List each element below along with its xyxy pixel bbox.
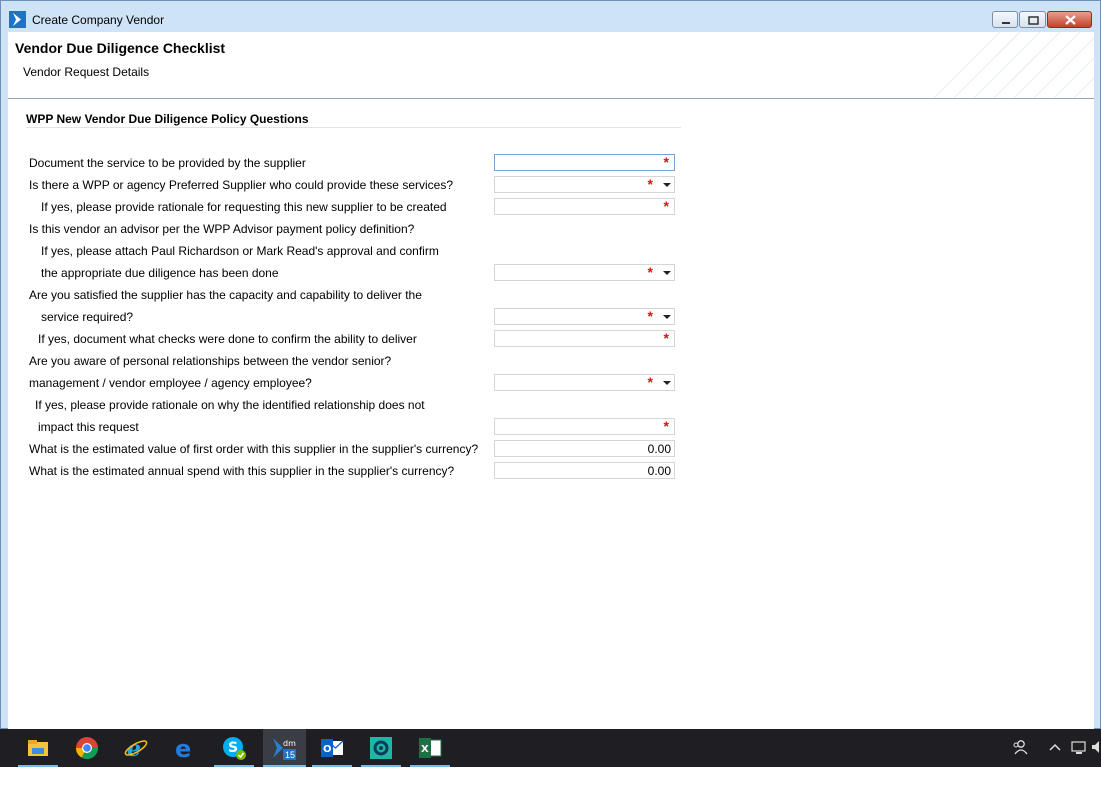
capacity-dropdown[interactable]: *	[494, 308, 675, 325]
close-button[interactable]	[1047, 11, 1092, 28]
folder-icon	[28, 740, 48, 756]
minimize-button[interactable]	[992, 11, 1018, 28]
relationships-label-line2: management / vendor employee / agency em…	[29, 376, 312, 390]
first-order-value: 0.00	[647, 442, 671, 456]
taskbar-dm[interactable]: dm 15	[263, 729, 306, 767]
taskbar-skype[interactable]: S	[214, 729, 254, 767]
taskbar-excel[interactable]: X	[410, 729, 450, 767]
advisor-approval-label-line2: the appropriate due diligence has been d…	[41, 266, 279, 280]
taskbar-internet-explorer[interactable]: e	[116, 729, 156, 767]
required-marker: *	[663, 330, 669, 346]
page-subtitle: Vendor Request Details	[23, 65, 150, 79]
taskbar-file-explorer[interactable]	[18, 729, 58, 767]
advisor-approval-label-line1: If yes, please attach Paul Richardson or…	[41, 244, 439, 258]
svg-text:dm: dm	[283, 739, 296, 748]
running-indicator	[214, 765, 254, 767]
capacity-checks-input[interactable]: *	[494, 330, 675, 347]
annual-spend-value: 0.00	[647, 464, 671, 478]
header-decoration	[933, 32, 1094, 98]
window-title: Create Company Vendor	[32, 13, 165, 27]
chrome-icon	[76, 737, 98, 759]
edge-icon: e	[175, 736, 191, 760]
first-order-label: What is the estimated value of first ord…	[29, 442, 479, 456]
outlook-icon: O	[321, 739, 344, 757]
skype-icon: S	[223, 737, 246, 760]
running-indicator	[263, 765, 306, 767]
section-title: WPP New Vendor Due Diligence Policy Ques…	[26, 112, 309, 126]
dropdown-arrow-icon	[663, 315, 671, 319]
taskbar-app-gear[interactable]	[361, 729, 401, 767]
taskbar-outlook[interactable]: O	[312, 729, 352, 767]
app-window: Create Company Vendor Vendor Due Diligen…	[0, 0, 1101, 729]
annual-spend-input[interactable]: 0.00	[494, 462, 675, 479]
volume-icon[interactable]	[1091, 738, 1101, 756]
required-marker: *	[647, 308, 653, 324]
preferred-supplier-dropdown[interactable]: *	[494, 176, 675, 193]
required-marker: *	[663, 198, 669, 214]
preferred-supplier-label: Is there a WPP or agency Preferred Suppl…	[29, 178, 453, 192]
preferred-rationale-input[interactable]: *	[494, 198, 675, 215]
taskbar-chrome[interactable]	[67, 729, 107, 767]
dropdown-arrow-icon	[663, 381, 671, 385]
title-bar: Create Company Vendor	[1, 1, 1100, 32]
internet-explorer-icon: e	[124, 736, 148, 760]
relationship-rationale-label-line2: impact this request	[38, 420, 139, 434]
app-logo-icon	[9, 11, 26, 28]
gear-app-icon	[370, 737, 392, 759]
capacity-label-line2: service required?	[41, 310, 134, 324]
advisor-approval-dropdown[interactable]: *	[494, 264, 675, 281]
required-marker: *	[663, 154, 669, 170]
maximize-button[interactable]	[1019, 11, 1046, 28]
svg-text:e: e	[175, 736, 191, 760]
taskbar-edge[interactable]: e	[165, 729, 205, 767]
svg-text:X: X	[421, 744, 429, 755]
relationship-rationale-label-line1: If yes, please provide rationale on why …	[35, 398, 425, 412]
relationships-dropdown[interactable]: *	[494, 374, 675, 391]
relationship-rationale-input[interactable]: *	[494, 418, 675, 435]
capacity-checks-label: If yes, document what checks were done t…	[38, 332, 417, 346]
first-order-input[interactable]: 0.00	[494, 440, 675, 457]
required-marker: *	[663, 418, 669, 434]
dropdown-arrow-icon	[663, 183, 671, 187]
required-marker: *	[647, 374, 653, 390]
annual-spend-label: What is the estimated annual spend with …	[29, 464, 455, 478]
relationships-label-line1: Are you aware of personal relationships …	[29, 354, 392, 368]
running-indicator	[361, 765, 401, 767]
running-indicator	[410, 765, 450, 767]
running-indicator	[18, 765, 58, 767]
page-header: Vendor Due Diligence Checklist Vendor Re…	[8, 32, 1094, 98]
network-icon[interactable]	[1070, 738, 1088, 756]
form-area: WPP New Vendor Due Diligence Policy Ques…	[8, 99, 1094, 729]
svg-text:O: O	[323, 744, 332, 755]
capacity-label-line1: Are you satisfied the supplier has the c…	[29, 288, 422, 302]
advisor-label: Is this vendor an advisor per the WPP Ad…	[29, 222, 415, 236]
preferred-rationale-label: If yes, please provide rationale for req…	[41, 200, 447, 214]
service-label: Document the service to be provided by t…	[29, 156, 306, 170]
page-title: Vendor Due Diligence Checklist	[15, 40, 226, 56]
dm-version-badge: 15	[285, 750, 296, 760]
required-marker: *	[647, 264, 653, 280]
running-indicator	[312, 765, 352, 767]
required-marker: *	[647, 176, 653, 192]
chevron-up-icon[interactable]	[1047, 738, 1063, 756]
service-input[interactable]: *	[494, 154, 675, 171]
section-divider	[26, 127, 681, 128]
excel-icon: X	[419, 738, 442, 758]
people-icon[interactable]	[1011, 738, 1029, 756]
dropdown-arrow-icon	[663, 271, 671, 275]
taskbar: e e S dm 15 O X	[0, 729, 1101, 767]
